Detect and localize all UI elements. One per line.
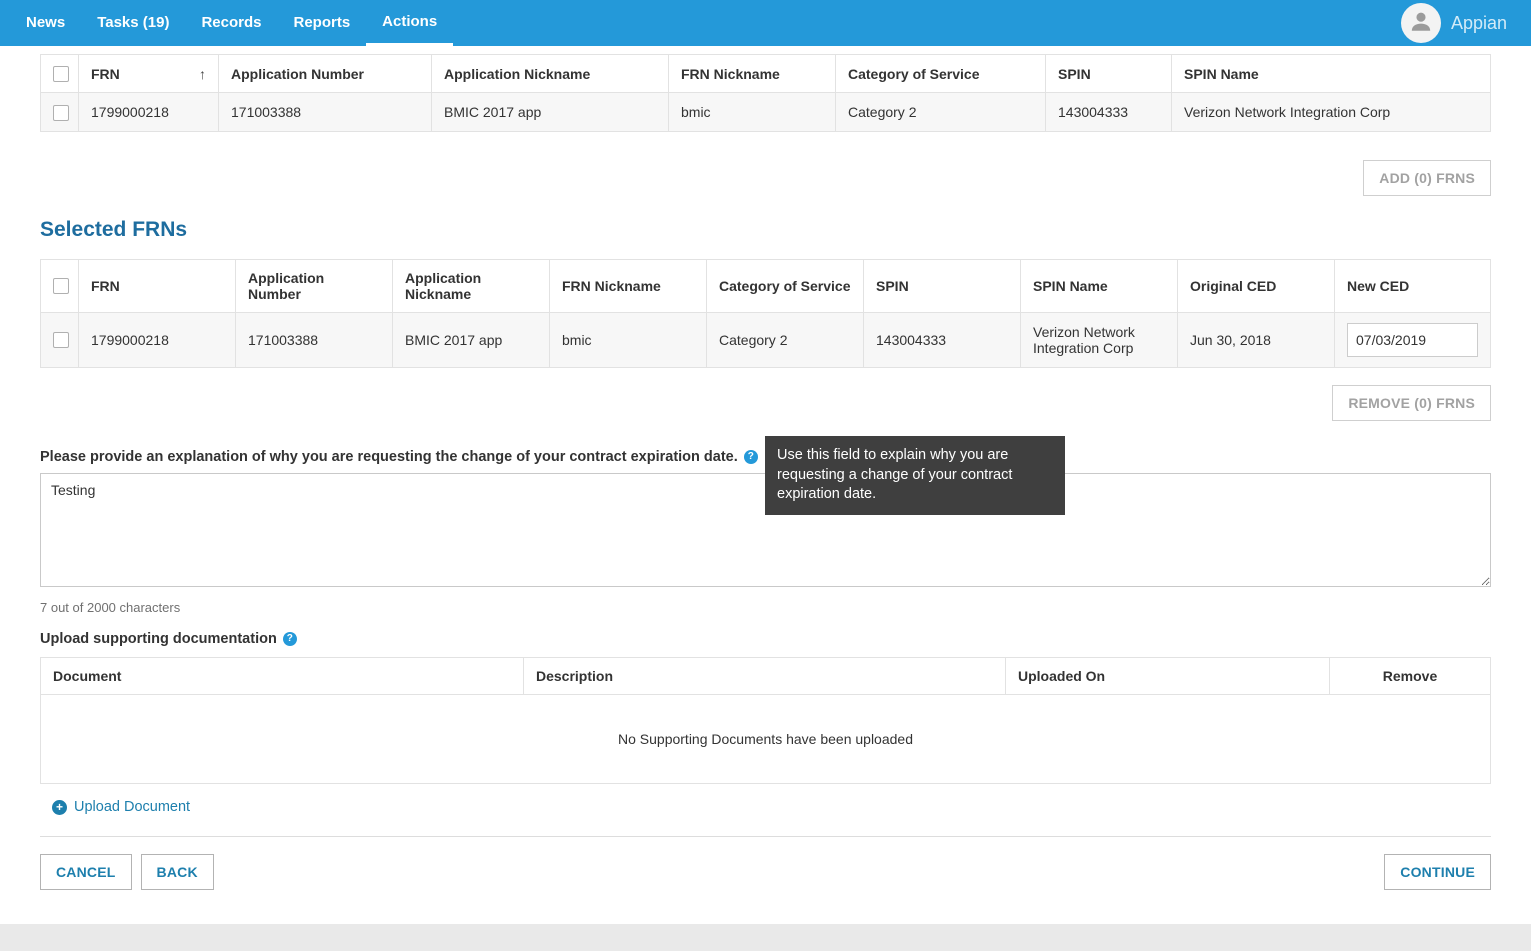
help-icon-explanation[interactable]: ? <box>744 450 758 464</box>
add-frns-button[interactable]: ADD (0) FRNS <box>1363 160 1491 196</box>
results-cell-frn-nickname: bmic <box>669 93 836 131</box>
results-row-checkbox[interactable] <box>53 105 69 121</box>
nav-item-actions[interactable]: Actions <box>366 0 453 46</box>
nav-item-news[interactable]: News <box>10 0 81 46</box>
results-col-application-number[interactable]: Application Number <box>219 55 432 93</box>
selected-col-new-ced: New CED <box>1335 259 1491 312</box>
results-col-frn[interactable]: FRN ↑ <box>79 55 219 93</box>
selected-cell-application-nickname: BMIC 2017 app <box>393 312 550 367</box>
nav-item-records[interactable]: Records <box>185 0 277 46</box>
selected-frns-title: Selected FRNs <box>40 218 1491 242</box>
explanation-help-tooltip: Use this field to explain why you are re… <box>765 436 1065 515</box>
documents-empty-message: No Supporting Documents have been upload… <box>41 694 1491 783</box>
results-table-row: 1799000218 171003388 BMIC 2017 app bmic … <box>41 93 1491 131</box>
selected-header-row: FRN Application Number Application Nickn… <box>41 259 1491 312</box>
continue-button[interactable]: CONTINUE <box>1384 854 1491 890</box>
documents-table: Document Description Uploaded On Remove … <box>40 657 1491 784</box>
selected-col-original-ced: Original CED <box>1178 259 1335 312</box>
frn-results-table: FRN ↑ Application Number Application Nic… <box>40 54 1491 132</box>
upload-document-link-label: Upload Document <box>74 799 190 815</box>
remove-frns-button[interactable]: REMOVE (0) FRNS <box>1332 385 1491 421</box>
documents-header-row: Document Description Uploaded On Remove <box>41 657 1491 694</box>
results-col-frn-nickname[interactable]: FRN Nickname <box>669 55 836 93</box>
selected-select-all-cell <box>41 259 79 312</box>
footer-button-bar: CANCEL BACK CONTINUE <box>40 837 1491 890</box>
selected-table-row: 1799000218 171003388 BMIC 2017 app bmic … <box>41 312 1491 367</box>
results-cell-frn: 1799000218 <box>79 93 219 131</box>
top-nav: News Tasks (19) Records Reports Actions … <box>0 0 1531 46</box>
results-cell-spin: 143004333 <box>1046 93 1172 131</box>
results-cell-application-nickname: BMIC 2017 app <box>432 93 669 131</box>
results-cell-category-of-service: Category 2 <box>836 93 1046 131</box>
upload-doc-label: Upload supporting documentation <box>40 631 277 647</box>
documents-col-document: Document <box>41 657 524 694</box>
selected-col-frn-nickname: FRN Nickname <box>550 259 707 312</box>
results-select-all-cell <box>41 55 79 93</box>
nav-item-tasks[interactable]: Tasks (19) <box>81 0 185 46</box>
results-col-frn-label: FRN <box>91 66 120 82</box>
upload-document-row: + Upload Document <box>40 784 1491 816</box>
back-button[interactable]: BACK <box>141 854 214 890</box>
upload-document-link[interactable]: + Upload Document <box>52 799 190 815</box>
results-select-all-checkbox[interactable] <box>53 66 69 82</box>
character-counter: 7 out of 2000 characters <box>40 600 1491 615</box>
results-cell-application-number: 171003388 <box>219 93 432 131</box>
upload-doc-label-row: Upload supporting documentation ? <box>40 631 1491 647</box>
documents-col-remove: Remove <box>1330 657 1491 694</box>
selected-cell-spin-name: Verizon Network Integration Corp <box>1021 312 1178 367</box>
nav-item-reports[interactable]: Reports <box>277 0 366 46</box>
selected-cell-spin: 143004333 <box>864 312 1021 367</box>
results-cell-spin-name: Verizon Network Integration Corp <box>1172 93 1491 131</box>
selected-row-select-cell <box>41 312 79 367</box>
new-ced-date-input[interactable] <box>1347 323 1478 357</box>
selected-cell-new-ced <box>1335 312 1491 367</box>
appian-brand-label: Appian <box>1451 13 1507 34</box>
selected-cell-category-of-service: Category 2 <box>707 312 864 367</box>
selected-cell-frn: 1799000218 <box>79 312 236 367</box>
results-col-spin[interactable]: SPIN <box>1046 55 1172 93</box>
help-icon-documents[interactable]: ? <box>283 632 297 646</box>
selected-row-checkbox[interactable] <box>53 332 69 348</box>
selected-col-application-number: Application Number <box>236 259 393 312</box>
cancel-button[interactable]: CANCEL <box>40 854 132 890</box>
selected-cell-application-number: 171003388 <box>236 312 393 367</box>
plus-circle-icon: + <box>52 800 67 815</box>
results-col-category-of-service[interactable]: Category of Service <box>836 55 1046 93</box>
person-icon <box>1408 8 1434 39</box>
selected-col-category-of-service: Category of Service <box>707 259 864 312</box>
sort-ascending-icon: ↑ <box>199 66 206 82</box>
selected-col-frn: FRN <box>79 259 236 312</box>
nav-right: Appian <box>1401 3 1521 43</box>
explanation-label: Please provide an explanation of why you… <box>40 449 738 465</box>
main-content: FRN ↑ Application Number Application Nic… <box>0 46 1531 924</box>
selected-col-application-nickname: Application Nickname <box>393 259 550 312</box>
results-row-select-cell <box>41 93 79 131</box>
documents-col-description: Description <box>524 657 1006 694</box>
selected-cell-frn-nickname: bmic <box>550 312 707 367</box>
results-col-spin-name[interactable]: SPIN Name <box>1172 55 1491 93</box>
selected-frns-table: FRN Application Number Application Nickn… <box>40 259 1491 368</box>
selected-cell-original-ced: Jun 30, 2018 <box>1178 312 1335 367</box>
page: News Tasks (19) Records Reports Actions … <box>0 0 1531 924</box>
selected-col-spin-name: SPIN Name <box>1021 259 1178 312</box>
selected-select-all-checkbox[interactable] <box>53 278 69 294</box>
documents-empty-row: No Supporting Documents have been upload… <box>41 694 1491 783</box>
footer-left-buttons: CANCEL BACK <box>40 854 214 890</box>
results-header-row: FRN ↑ Application Number Application Nic… <box>41 55 1491 93</box>
documents-col-uploaded-on: Uploaded On <box>1006 657 1330 694</box>
selected-col-spin: SPIN <box>864 259 1021 312</box>
results-col-application-nickname[interactable]: Application Nickname <box>432 55 669 93</box>
user-avatar[interactable] <box>1401 3 1441 43</box>
